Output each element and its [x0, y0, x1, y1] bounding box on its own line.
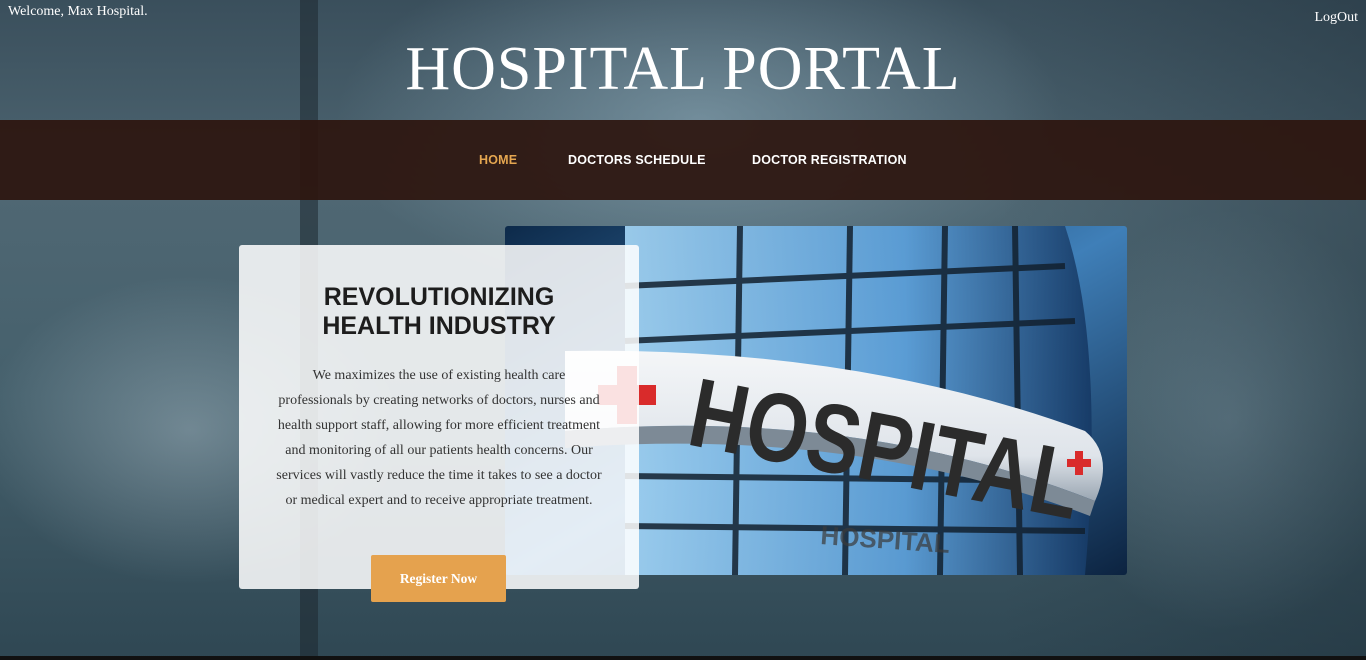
nav-doctor-registration[interactable]: DOCTOR REGISTRATION [752, 153, 907, 167]
intro-card: REVOLUTIONIZING HEALTH INDUSTRY We maxim… [239, 245, 639, 589]
register-now-button[interactable]: Register Now [371, 555, 506, 602]
logout-link[interactable]: LogOut [1314, 10, 1358, 26]
card-description: We maximizes the use of existing health … [276, 368, 602, 508]
main-navbar: HOME DOCTORS SCHEDULE DOCTOR REGISTRATIO… [0, 120, 1366, 200]
site-title: HOSPITAL PORTAL [405, 35, 961, 103]
welcome-message: Welcome, Max Hospital. [8, 4, 148, 19]
card-heading-line-2: HEALTH INDUSTRY [322, 312, 556, 340]
card-heading-line-1: REVOLUTIONIZING [323, 283, 555, 311]
nav-home[interactable]: HOME [479, 153, 517, 167]
nav-doctors-schedule[interactable]: DOCTORS SCHEDULE [568, 153, 706, 167]
bottom-divider [0, 656, 1366, 660]
card-heading: REVOLUTIONIZING HEALTH INDUSTRY [239, 283, 639, 341]
